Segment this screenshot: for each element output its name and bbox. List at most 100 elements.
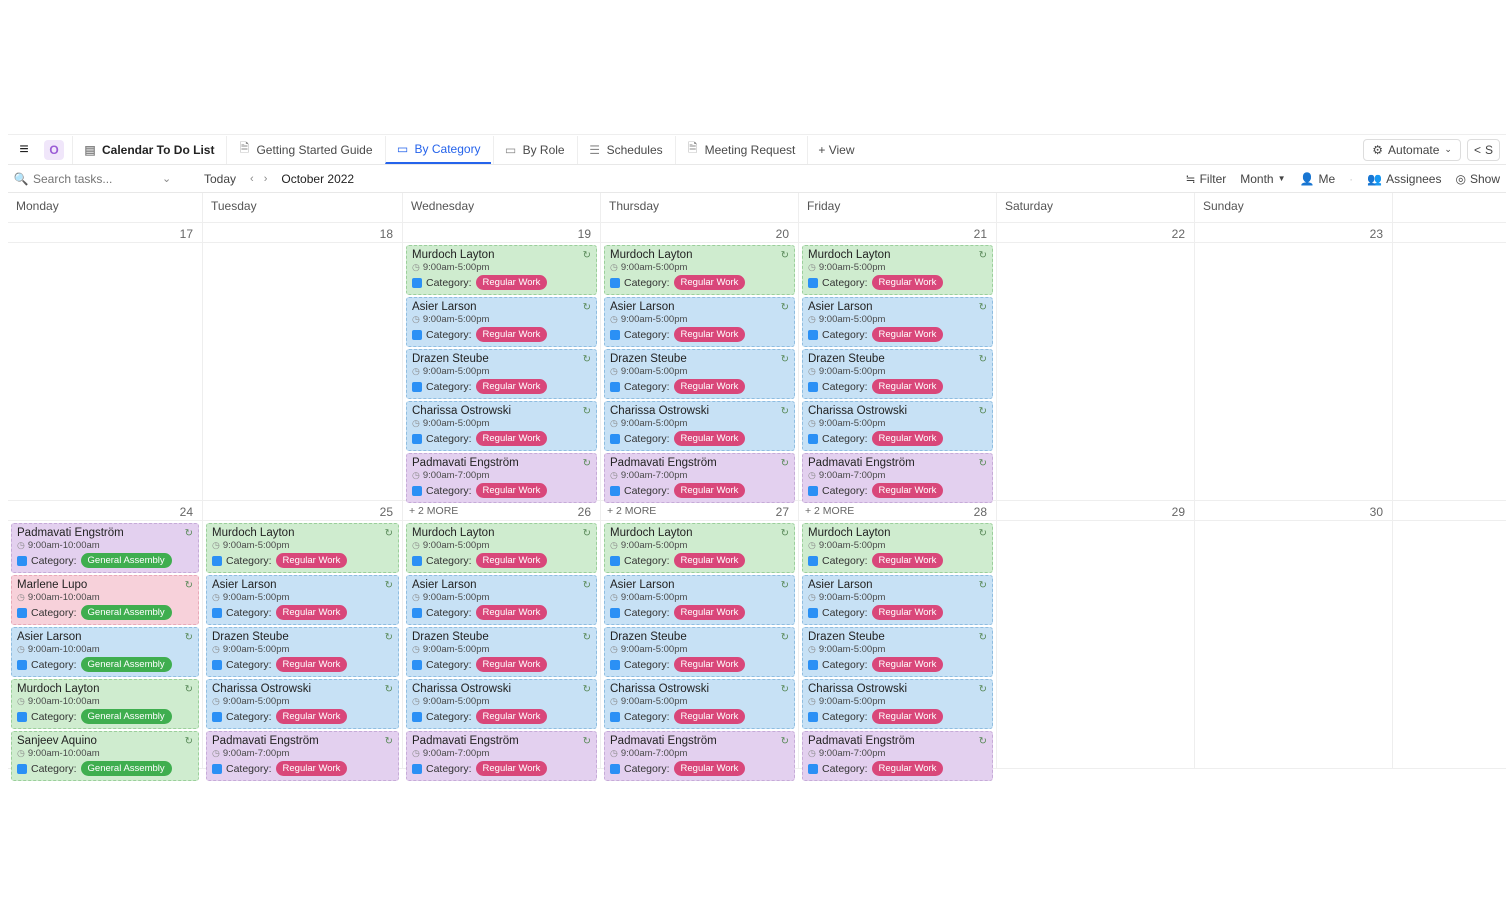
day-events[interactable]: ↻Murdoch Layton◷9:00am-5:00pmCategory:Re…: [203, 521, 403, 769]
event-card[interactable]: ↻Asier Larson◷9:00am-5:00pmCategory:Regu…: [802, 297, 993, 347]
event-card[interactable]: ↻Padmavati Engström◷9:00am-7:00pmCategor…: [406, 731, 597, 781]
event-card[interactable]: ↻Asier Larson◷9:00am-5:00pmCategory:Regu…: [604, 297, 795, 347]
event-card[interactable]: ↻Padmavati Engström◷9:00am-7:00pmCategor…: [604, 453, 795, 503]
filter-button[interactable]: ≒Filter: [1186, 172, 1227, 186]
event-card[interactable]: ↻Drazen Steube◷9:00am-5:00pmCategory:Reg…: [802, 627, 993, 677]
day-cell[interactable]: 18: [203, 223, 403, 243]
category-badge: Regular Work: [872, 431, 944, 446]
day-events[interactable]: ↻Padmavati Engström◷9:00am-10:00amCatego…: [8, 521, 203, 769]
event-card[interactable]: ↻Asier Larson◷9:00am-10:00amCategory:Gen…: [11, 627, 199, 677]
event-card[interactable]: ↻Padmavati Engström◷9:00am-7:00pmCategor…: [206, 731, 399, 781]
event-card[interactable]: ↻Murdoch Layton◷9:00am-5:00pmCategory:Re…: [604, 523, 795, 573]
day-events[interactable]: ↻Murdoch Layton◷9:00am-5:00pmCategory:Re…: [403, 521, 601, 769]
event-card[interactable]: ↻Asier Larson◷9:00am-5:00pmCategory:Regu…: [206, 575, 399, 625]
assignees-button[interactable]: 👥Assignees: [1367, 172, 1441, 186]
view-switch[interactable]: Month ▼: [1240, 172, 1285, 186]
day-events[interactable]: [1195, 243, 1393, 501]
event-card[interactable]: ↻Charissa Ostrowski◷9:00am-5:00pmCategor…: [802, 679, 993, 729]
event-card[interactable]: ↻Charissa Ostrowski◷9:00am-5:00pmCategor…: [802, 401, 993, 451]
day-cell[interactable]: 19: [403, 223, 601, 243]
event-card[interactable]: ↻Charissa Ostrowski◷9:00am-5:00pmCategor…: [406, 679, 597, 729]
calendar-grid: Monday Tuesday Wednesday Thursday Friday…: [8, 193, 1506, 223]
event-card[interactable]: ↻Padmavati Engström◷9:00am-7:00pmCategor…: [406, 453, 597, 503]
event-card[interactable]: ↻Drazen Steube◷9:00am-5:00pmCategory:Reg…: [604, 627, 795, 677]
event-card[interactable]: ↻Padmavati Engström◷9:00am-7:00pmCategor…: [604, 731, 795, 781]
event-card[interactable]: ↻Charissa Ostrowski◷9:00am-5:00pmCategor…: [604, 679, 795, 729]
day-cell[interactable]: [1393, 501, 1506, 521]
day-cell[interactable]: 28+ 2 MORE: [799, 501, 997, 521]
day-events[interactable]: ↻Murdoch Layton◷9:00am-5:00pmCategory:Re…: [403, 243, 601, 501]
day-cell[interactable]: 29: [997, 501, 1195, 521]
more-events-button[interactable]: + 2 MORE: [407, 503, 460, 519]
day-events[interactable]: [8, 243, 203, 501]
event-card[interactable]: ↻Padmavati Engström◷9:00am-10:00amCatego…: [11, 523, 199, 573]
event-card[interactable]: ↻Drazen Steube◷9:00am-5:00pmCategory:Reg…: [206, 627, 399, 677]
event-card[interactable]: ↻Sanjeev Aquino◷9:00am-10:00amCategory:G…: [11, 731, 199, 781]
more-events-button[interactable]: + 2 MORE: [605, 503, 658, 519]
tab-by-role[interactable]: ▭ By Role: [493, 136, 575, 164]
event-card[interactable]: ↻Marlene Lupo◷9:00am-10:00amCategory:Gen…: [11, 575, 199, 625]
day-cell[interactable]: 22: [997, 223, 1195, 243]
page-title-tab[interactable]: ▤ Calendar To Do List: [72, 136, 224, 164]
event-card[interactable]: ↻Murdoch Layton◷9:00am-5:00pmCategory:Re…: [406, 245, 597, 295]
event-card[interactable]: ↻Charissa Ostrowski◷9:00am-5:00pmCategor…: [206, 679, 399, 729]
tab-schedules[interactable]: ☰ Schedules: [577, 136, 673, 164]
day-events[interactable]: ↻Murdoch Layton◷9:00am-5:00pmCategory:Re…: [601, 521, 799, 769]
event-card[interactable]: ↻Murdoch Layton◷9:00am-5:00pmCategory:Re…: [604, 245, 795, 295]
event-card[interactable]: ↻Drazen Steube◷9:00am-5:00pmCategory:Reg…: [406, 349, 597, 399]
day-events[interactable]: [1393, 521, 1506, 769]
event-card[interactable]: ↻Charissa Ostrowski◷9:00am-5:00pmCategor…: [406, 401, 597, 451]
day-cell[interactable]: 23: [1195, 223, 1393, 243]
day-events[interactable]: ↻Murdoch Layton◷9:00am-5:00pmCategory:Re…: [799, 243, 997, 501]
day-cell[interactable]: 24: [8, 501, 203, 521]
day-events[interactable]: ↻Murdoch Layton◷9:00am-5:00pmCategory:Re…: [601, 243, 799, 501]
day-cell[interactable]: 17: [8, 223, 203, 243]
day-events[interactable]: [997, 243, 1195, 501]
event-card[interactable]: ↻Drazen Steube◷9:00am-5:00pmCategory:Reg…: [406, 627, 597, 677]
event-card[interactable]: ↻Murdoch Layton◷9:00am-5:00pmCategory:Re…: [206, 523, 399, 573]
add-view-button[interactable]: + View: [807, 136, 864, 164]
category-badge: Regular Work: [276, 553, 348, 568]
tab-meeting-request[interactable]: 🗎 Meeting Request: [675, 136, 806, 164]
event-name: Murdoch Layton: [610, 527, 789, 539]
search-dropdown-chevron[interactable]: ⌄: [158, 172, 175, 185]
event-card[interactable]: ↻Asier Larson◷9:00am-5:00pmCategory:Regu…: [406, 297, 597, 347]
event-card[interactable]: ↻Padmavati Engström◷9:00am-7:00pmCategor…: [802, 731, 993, 781]
event-card[interactable]: ↻Charissa Ostrowski◷9:00am-5:00pmCategor…: [604, 401, 795, 451]
day-cell[interactable]: 20: [601, 223, 799, 243]
more-events-button[interactable]: + 2 MORE: [803, 503, 856, 519]
day-cell[interactable]: 30: [1195, 501, 1393, 521]
day-events[interactable]: ↻Murdoch Layton◷9:00am-5:00pmCategory:Re…: [799, 521, 997, 769]
workspace-logo[interactable]: O: [44, 140, 64, 160]
search-input[interactable]: [33, 172, 153, 186]
tab-getting-started[interactable]: 🗎 Getting Started Guide: [226, 136, 382, 164]
day-cell[interactable]: 26+ 2 MORE: [403, 501, 601, 521]
day-cell[interactable]: 25: [203, 501, 403, 521]
day-cell[interactable]: [1393, 223, 1506, 243]
event-card[interactable]: ↻Padmavati Engström◷9:00am-7:00pmCategor…: [802, 453, 993, 503]
day-cell[interactable]: 27+ 2 MORE: [601, 501, 799, 521]
next-month-button[interactable]: ›: [260, 173, 272, 185]
automate-button[interactable]: ⚙ Automate ⌄: [1363, 139, 1461, 161]
day-events[interactable]: [1393, 243, 1506, 501]
day-events[interactable]: [1195, 521, 1393, 769]
event-card[interactable]: ↻Murdoch Layton◷9:00am-5:00pmCategory:Re…: [802, 523, 993, 573]
event-card[interactable]: ↻Asier Larson◷9:00am-5:00pmCategory:Regu…: [802, 575, 993, 625]
tab-by-category[interactable]: ▭ By Category: [385, 136, 491, 164]
today-button[interactable]: Today: [198, 172, 242, 186]
menu-button[interactable]: ≡: [12, 138, 36, 162]
show-button[interactable]: ◎Show: [1455, 172, 1500, 186]
day-events[interactable]: [203, 243, 403, 501]
share-button[interactable]: < S: [1467, 139, 1500, 161]
event-card[interactable]: ↻Drazen Steube◷9:00am-5:00pmCategory:Reg…: [604, 349, 795, 399]
day-cell[interactable]: 21: [799, 223, 997, 243]
me-button[interactable]: 👤Me: [1300, 172, 1336, 186]
day-events[interactable]: [997, 521, 1195, 769]
event-card[interactable]: ↻Murdoch Layton◷9:00am-5:00pmCategory:Re…: [802, 245, 993, 295]
event-card[interactable]: ↻Murdoch Layton◷9:00am-10:00amCategory:G…: [11, 679, 199, 729]
event-card[interactable]: ↻Murdoch Layton◷9:00am-5:00pmCategory:Re…: [406, 523, 597, 573]
event-card[interactable]: ↻Asier Larson◷9:00am-5:00pmCategory:Regu…: [406, 575, 597, 625]
event-card[interactable]: ↻Asier Larson◷9:00am-5:00pmCategory:Regu…: [604, 575, 795, 625]
event-card[interactable]: ↻Drazen Steube◷9:00am-5:00pmCategory:Reg…: [802, 349, 993, 399]
prev-month-button[interactable]: ‹: [246, 173, 258, 185]
